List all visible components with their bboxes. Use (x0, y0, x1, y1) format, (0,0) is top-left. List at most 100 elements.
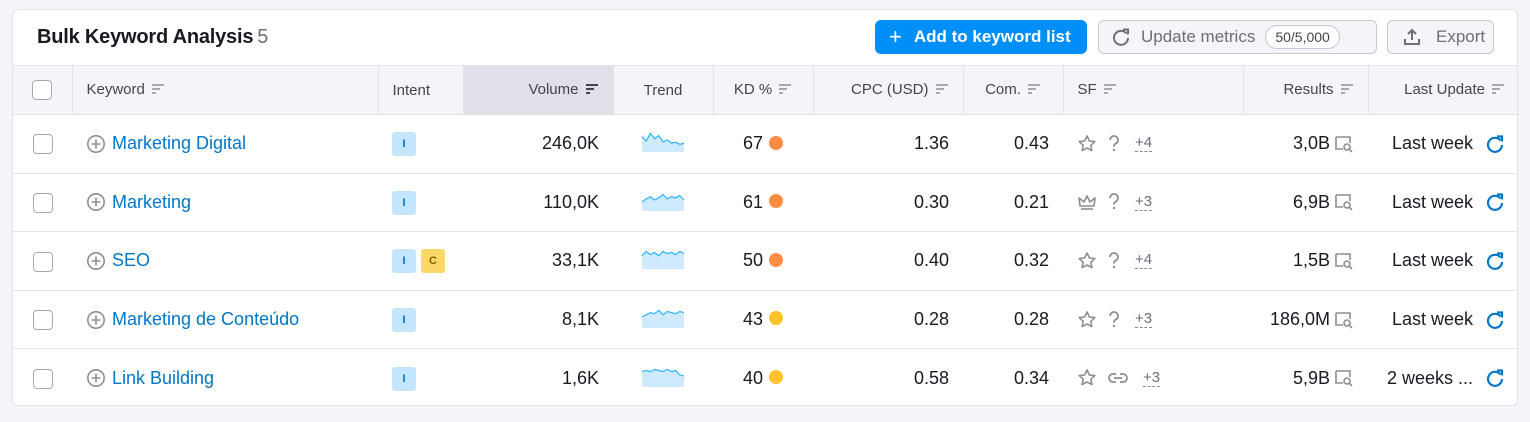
intent-badge: I (392, 190, 416, 215)
column-header-intent: Intent (378, 65, 464, 115)
serp-view-icon[interactable] (1334, 369, 1354, 387)
intent-cell: IC (378, 231, 463, 291)
export-button-label: Export (1436, 27, 1486, 46)
kd-difficulty-dot (769, 194, 784, 209)
sort-descending-icon (585, 82, 599, 99)
kd-cell: 67 (713, 114, 813, 174)
column-label: Intent (392, 81, 431, 99)
select-all-checkbox[interactable] (32, 80, 53, 100)
results-cell: 5,9B (1243, 349, 1368, 405)
sf-more-link[interactable]: +4 (1135, 135, 1153, 153)
column-header-sf[interactable]: SF (1063, 65, 1244, 115)
row-checkbox[interactable] (32, 369, 53, 390)
sf-more-link[interactable]: +3 (1143, 369, 1161, 387)
sort-icon (1027, 82, 1041, 99)
title-text: Bulk Keyword Analysis (37, 26, 254, 48)
row-select-cell (13, 173, 72, 233)
trend-sparkline (642, 365, 684, 387)
table-body: Marketing Digital I 246,0K 67 1.36 0.43 … (13, 114, 1517, 406)
sf-more-link[interactable]: +4 (1135, 252, 1153, 270)
keyword-link[interactable]: Marketing Digital (112, 133, 246, 154)
row-select-cell (13, 114, 72, 174)
kd-difficulty-dot (769, 252, 784, 267)
kd-value: 43 (742, 309, 764, 330)
cpc-cell: 0.30 (813, 173, 963, 233)
refresh-icon (1111, 27, 1131, 47)
page-title: Bulk Keyword Analysis 5 (37, 26, 268, 49)
serp-view-icon[interactable] (1334, 311, 1354, 329)
add-to-keyword-list-button[interactable]: + Add to keyword list (875, 20, 1087, 54)
refresh-row-icon[interactable] (1485, 368, 1505, 388)
row-checkbox[interactable] (32, 134, 53, 155)
row-checkbox[interactable] (32, 251, 53, 272)
trend-cell (613, 290, 713, 350)
com-cell: 0.28 (963, 290, 1063, 350)
export-icon (1402, 27, 1422, 47)
volume-cell: 8,1K (463, 290, 613, 350)
update-metrics-button[interactable]: Update metrics 50/5,000 (1098, 20, 1377, 54)
add-circle-icon[interactable] (86, 134, 106, 154)
intent-cell: I (378, 114, 463, 174)
update-quota-badge: 50/5,000 (1265, 25, 1340, 49)
keyword-table: Keyword Intent Volume Trend KD % CPC (US… (13, 65, 1517, 406)
trend-sparkline (642, 306, 684, 329)
kd-difficulty-dot (769, 135, 784, 150)
column-label: Results (1283, 81, 1334, 99)
keyword-cell: Marketing de Conteúdo (72, 290, 378, 350)
serp-view-icon[interactable] (1334, 252, 1354, 270)
add-circle-icon[interactable] (86, 368, 106, 388)
add-circle-icon[interactable] (86, 192, 106, 212)
row-checkbox[interactable] (32, 310, 53, 331)
export-button[interactable]: Export (1387, 20, 1494, 54)
serp-view-icon[interactable] (1334, 135, 1354, 153)
kd-value: 40 (742, 367, 764, 388)
table-row: Marketing I 110,0K 61 0.30 0.21 +3 6,9B … (13, 173, 1517, 233)
refresh-row-icon[interactable] (1485, 192, 1505, 212)
kd-cell: 50 (713, 231, 813, 291)
sort-icon (935, 82, 949, 99)
sf-more-link[interactable]: +3 (1135, 311, 1153, 329)
refresh-row-icon[interactable] (1485, 310, 1505, 330)
keyword-link[interactable]: Link Building (112, 368, 214, 389)
column-label: Trend (643, 81, 683, 99)
column-header-last-update[interactable]: Last Update (1368, 65, 1517, 115)
question-icon (1107, 134, 1121, 154)
results-value: 5,9B (1292, 367, 1330, 388)
column-header-cpc[interactable]: CPC (USD) (813, 65, 964, 115)
intent-badge: I (392, 366, 416, 391)
results-value: 1,5B (1292, 250, 1330, 271)
column-header-kd[interactable]: KD % (713, 65, 814, 115)
sort-icon (151, 82, 165, 99)
sf-more-link[interactable]: +3 (1135, 193, 1153, 211)
kd-cell: 40 (713, 349, 813, 405)
kd-difficulty-dot (769, 311, 784, 326)
keyword-link[interactable]: Marketing de Conteúdo (112, 309, 299, 330)
column-header-keyword[interactable]: Keyword (72, 65, 379, 115)
keyword-link[interactable]: SEO (112, 250, 150, 271)
column-header-volume[interactable]: Volume (463, 65, 614, 115)
trend-sparkline (642, 130, 684, 153)
kd-difficulty-dot (769, 370, 784, 385)
row-checkbox[interactable] (32, 193, 53, 214)
trend-cell (613, 349, 713, 405)
keyword-cell: Link Building (72, 349, 378, 405)
intent-cell: I (378, 173, 463, 233)
sort-icon (778, 82, 792, 99)
question-icon (1107, 192, 1121, 212)
add-circle-icon[interactable] (86, 310, 106, 330)
volume-cell: 1,6K (561, 367, 599, 388)
sf-cell: +3 (1063, 290, 1243, 350)
kd-cell: 61 (713, 173, 813, 233)
refresh-row-icon[interactable] (1485, 134, 1505, 154)
sort-icon (1103, 82, 1117, 99)
cpc-cell: 0.28 (813, 290, 963, 350)
serp-view-icon[interactable] (1334, 193, 1354, 211)
card-header: Bulk Keyword Analysis 5 + Add to keyword … (13, 10, 1517, 65)
keyword-cell: Marketing (72, 173, 378, 233)
column-header-results[interactable]: Results (1243, 65, 1369, 115)
add-circle-icon[interactable] (86, 251, 106, 271)
keyword-link[interactable]: Marketing (112, 192, 191, 213)
column-header-com[interactable]: Com. (963, 65, 1064, 115)
sf-cell: +3 (1063, 173, 1243, 233)
refresh-row-icon[interactable] (1485, 251, 1505, 271)
